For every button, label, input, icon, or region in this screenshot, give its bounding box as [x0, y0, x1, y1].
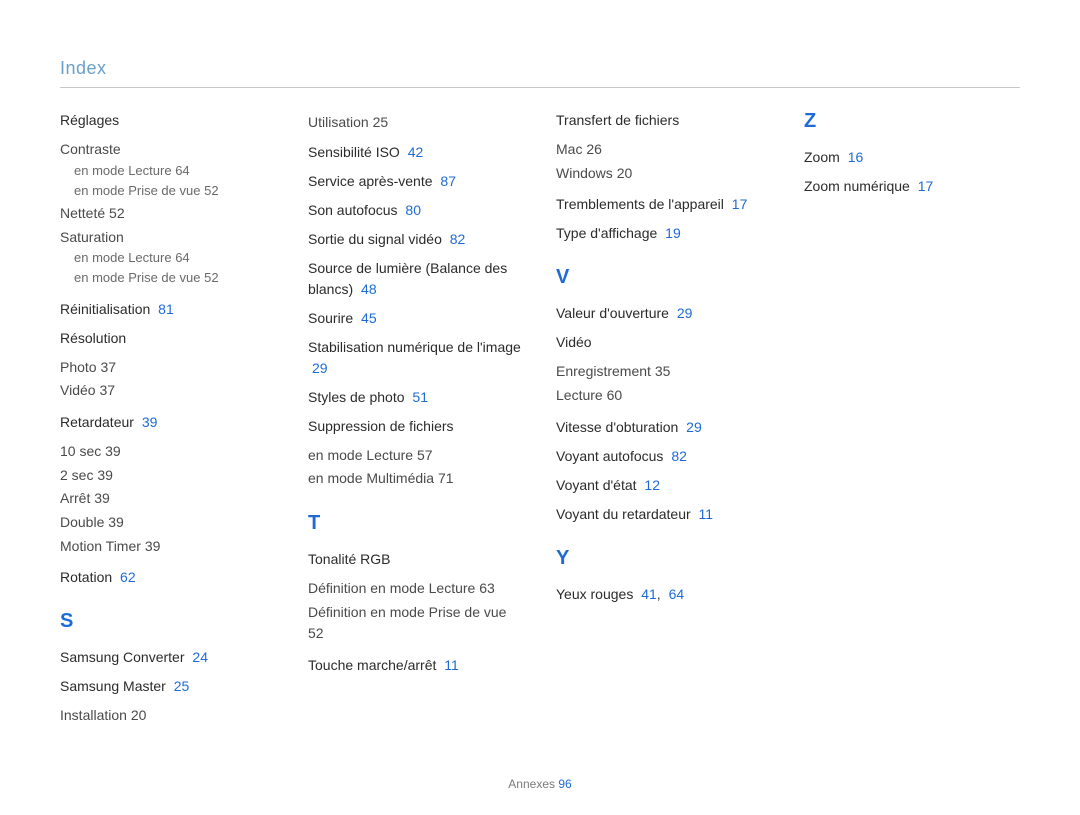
sub-utilisation: Utilisation 25	[308, 112, 524, 134]
sub-2s: 2 sec 39	[60, 465, 276, 487]
section-letter-s: S	[60, 610, 276, 633]
entry-video: Vidéo	[556, 334, 592, 350]
subsub-sat-prise: en mode Prise de vue 52	[74, 268, 276, 288]
entry-type-affichage: Type d'affichage	[556, 225, 657, 241]
subsub-contraste-prise: en mode Prise de vue 52	[74, 181, 276, 201]
sub-enregistrement: Enregistrement 35	[556, 361, 772, 383]
entry-retardateur: Retardateur	[60, 414, 134, 430]
column-4: Z Zoom 16 Zoom numérique 17	[804, 110, 1020, 727]
sub-video: Vidéo 37	[60, 380, 276, 402]
section-letter-t: T	[308, 512, 524, 535]
sub-ton-prise: Définition en mode Prise de vue 52	[308, 602, 524, 645]
page-header: Index	[60, 58, 1020, 88]
entry-voyant-etat: Voyant d'état	[556, 477, 637, 493]
entry-valeur-ouverture: Valeur d'ouverture	[556, 305, 669, 321]
sub-suppr-multimedia: en mode Multimédia 71	[308, 468, 524, 490]
entry-samsung-converter: Samsung Converter	[60, 649, 185, 665]
entry-resolution: Résolution	[60, 330, 126, 346]
sub-photo: Photo 37	[60, 357, 276, 379]
entry-source-lumiere: Source de lumière (Balance des blancs)	[308, 260, 507, 297]
entry-sourire: Sourire	[308, 310, 353, 326]
subsub-contraste-lecture: en mode Lecture 64	[74, 161, 276, 181]
sub-lecture: Lecture 60	[556, 385, 772, 407]
entry-iso: Sensibilité ISO	[308, 144, 400, 160]
sub-nettete: Netteté 52	[60, 203, 276, 225]
entry-son-autofocus: Son autofocus	[308, 202, 398, 218]
section-letter-y: Y	[556, 547, 772, 570]
sub-installation: Installation 20	[60, 705, 276, 727]
entry-zoom: Zoom	[804, 149, 840, 165]
sub-suppr-lecture: en mode Lecture 57	[308, 445, 524, 467]
page-reinit: 81	[158, 301, 174, 317]
entry-tremblements: Tremblements de l'appareil	[556, 196, 724, 212]
entry-suppression: Suppression de fichiers	[308, 418, 454, 434]
sub-contraste: Contraste	[60, 139, 276, 161]
entry-voyant-autofocus: Voyant autofocus	[556, 448, 663, 464]
entry-touche-marche: Touche marche/arrêt	[308, 657, 436, 673]
column-2: Utilisation 25 Sensibilité ISO 42 Servic…	[308, 110, 524, 727]
entry-styles-photo: Styles de photo	[308, 389, 405, 405]
entry-tonalite: Tonalité RGB	[308, 551, 390, 567]
entry-reinit: Réinitialisation	[60, 301, 150, 317]
entry-sortie-video: Sortie du signal vidéo	[308, 231, 442, 247]
entry-stabilisation: Stabilisation numérique de l'image	[308, 339, 521, 355]
sub-motion-timer: Motion Timer 39	[60, 536, 276, 558]
sub-double: Double 39	[60, 512, 276, 534]
entry-reglages: Réglages	[60, 112, 119, 128]
entry-zoom-numerique: Zoom numérique	[804, 178, 910, 194]
sub-ton-lecture: Définition en mode Lecture 63	[308, 578, 524, 600]
section-letter-v: V	[556, 266, 772, 289]
sub-10s: 10 sec 39	[60, 441, 276, 463]
sub-saturation: Saturation	[60, 227, 276, 249]
subsub-sat-lecture: en mode Lecture 64	[74, 248, 276, 268]
entry-sav: Service après-vente	[308, 173, 433, 189]
sub-mac: Mac 26	[556, 139, 772, 161]
section-letter-z: Z	[804, 110, 1020, 133]
footer-page-number: 96	[558, 777, 571, 791]
entry-voyant-retardateur: Voyant du retardateur	[556, 506, 691, 522]
entry-samsung-master: Samsung Master	[60, 678, 166, 694]
entry-rotation: Rotation	[60, 569, 112, 585]
column-3: Transfert de fichiers Mac 26 Windows 20 …	[556, 110, 772, 727]
sub-windows: Windows 20	[556, 163, 772, 185]
entry-transfert: Transfert de fichiers	[556, 112, 679, 128]
index-columns: Réglages Contraste en mode Lecture 64 en…	[60, 110, 1020, 727]
entry-vitesse-obturation: Vitesse d'obturation	[556, 419, 678, 435]
footer-label: Annexes	[508, 777, 555, 791]
sub-arret: Arrêt 39	[60, 488, 276, 510]
column-1: Réglages Contraste en mode Lecture 64 en…	[60, 110, 276, 727]
page-footer: Annexes 96	[0, 777, 1080, 791]
entry-yeux-rouges: Yeux rouges 41, 64	[556, 584, 772, 605]
